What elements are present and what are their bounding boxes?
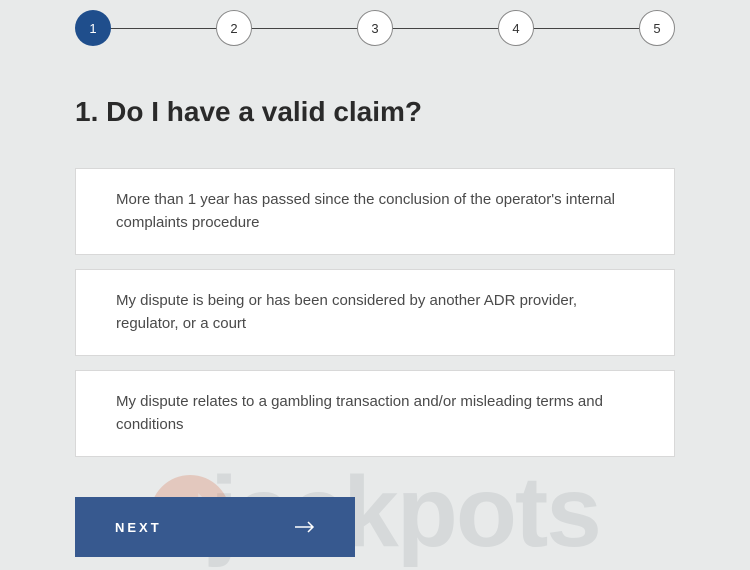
step-1[interactable]: 1 xyxy=(75,10,111,46)
option-1[interactable]: More than 1 year has passed since the co… xyxy=(75,168,675,255)
next-button[interactable]: NEXT xyxy=(75,497,355,557)
option-2[interactable]: My dispute is being or has been consider… xyxy=(75,269,675,356)
next-button-label: NEXT xyxy=(115,520,162,535)
option-1-text: More than 1 year has passed since the co… xyxy=(116,191,615,231)
option-2-text: My dispute is being or has been consider… xyxy=(116,292,577,332)
option-3[interactable]: My dispute relates to a gambling transac… xyxy=(75,370,675,457)
step-5[interactable]: 5 xyxy=(639,10,675,46)
option-3-text: My dispute relates to a gambling transac… xyxy=(116,393,603,433)
stepper: 1 2 3 4 5 xyxy=(75,10,675,46)
step-4[interactable]: 4 xyxy=(498,10,534,46)
arrow-right-icon xyxy=(295,520,315,534)
step-2[interactable]: 2 xyxy=(216,10,252,46)
step-3[interactable]: 3 xyxy=(357,10,393,46)
page-heading: 1. Do I have a valid claim? xyxy=(75,96,675,128)
